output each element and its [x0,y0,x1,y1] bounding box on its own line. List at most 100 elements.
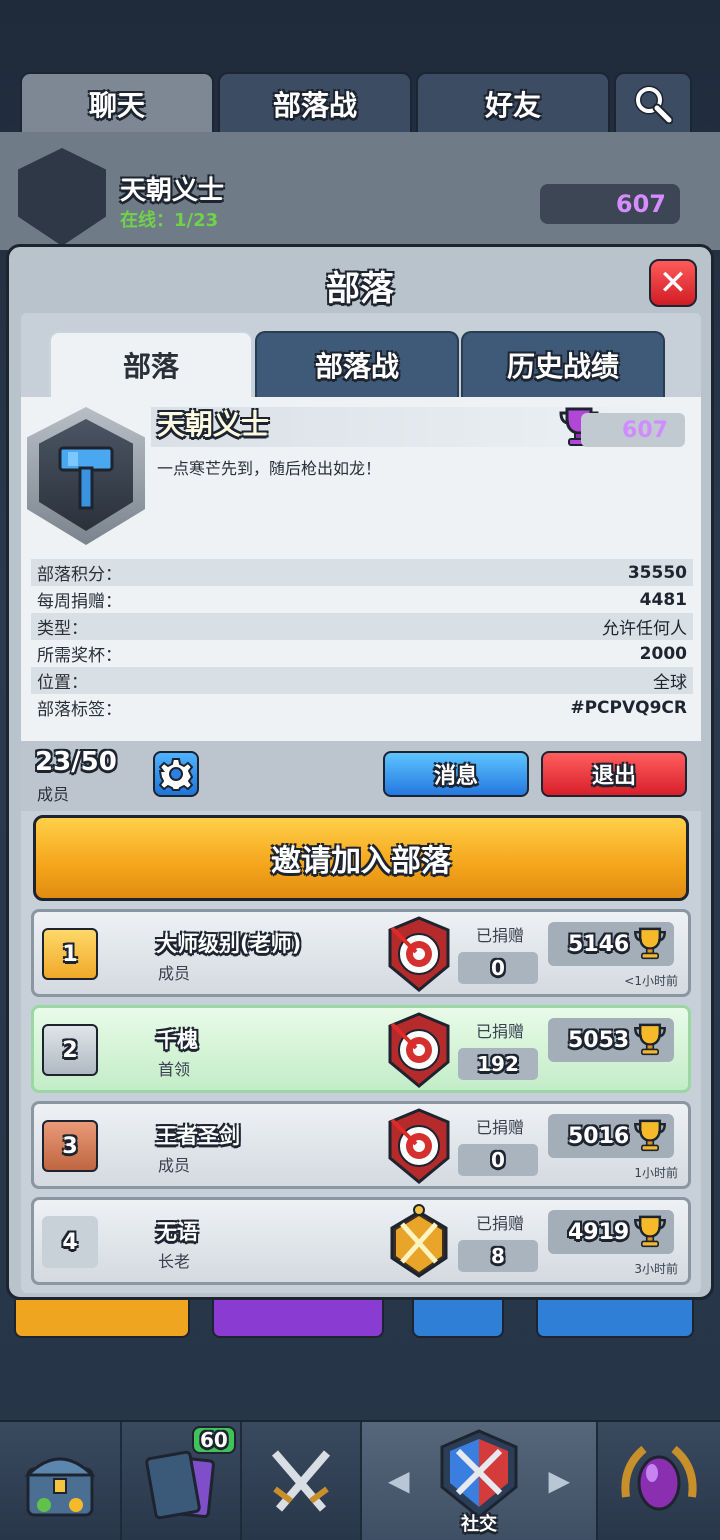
donated-value: 0 [491,956,505,980]
clan-modal: 部落 ✕ 部落 部落战 历史战绩 天朝义士 607 一点寒芒先到，随后枪出如龙！… [6,244,714,1300]
member-role: 成员 [158,1156,191,1175]
gold-trophy-icon [634,1023,666,1056]
cards-badge: 60 [192,1426,236,1454]
member-count-label: 成员 [37,785,70,804]
stat-row-type: 类型： 允许任何人 [31,613,693,640]
gold-trophy-icon [634,927,666,960]
arena-target-icon [388,916,450,992]
stat-row-required-trophies: 所需奖杯： 2000 [31,640,693,667]
member-trophy-value: 5053 [568,1027,630,1053]
tab-war-label: 部落战 [314,350,399,383]
background-clan-name: 天朝义士 [120,176,225,206]
clan-tabs: 部落 部落战 历史战绩 [49,331,669,397]
gear-icon [159,758,193,791]
tab-clan-war[interactable]: 部落战 [218,72,412,134]
stat-row-score: 部落积分： 35550 [31,559,693,586]
tab-clan-label: 部落 [122,350,179,383]
stat-row-location: 位置： 全球 [31,667,693,694]
tab-clan[interactable]: 部落 [49,331,253,397]
gold-trophy-icon [634,1119,666,1152]
message-button-label: 消息 [433,764,478,789]
tab-history[interactable]: 历史战绩 [461,331,665,397]
bottom-navigation: 60 ◀ ▶ 社交 [0,1420,720,1540]
tab-friends[interactable]: 好友 [416,72,610,134]
clan-trophy-value: 607 [622,417,668,443]
stat-row-donations: 每周捐赠： 4481 [31,586,693,613]
arrow-left-icon[interactable]: ◀ [388,1464,410,1497]
member-row[interactable]: 2 千槐 首领 已捐赠 192 5053 [31,1005,691,1093]
member-name: 大师级别(老师) [156,932,302,956]
clan-trophy-count: 607 [581,413,685,447]
crossed-swords-arena-icon [390,1204,448,1278]
member-list: 1 大师级别(老师) 成员 已捐赠 0 5146 <1小时前 2 千槐 首领 已… [31,909,691,1293]
tab-chat[interactable]: 聊天 [20,72,214,134]
background-yellow-button[interactable] [14,1300,190,1338]
background-trophy-count: 607 [540,184,680,224]
close-button[interactable]: ✕ [649,259,697,307]
invite-button[interactable]: 邀请加入部落 [33,815,689,901]
donated-count: 8 [458,1240,538,1272]
clan-name: 天朝义士 [157,408,270,441]
tab-friends-label: 好友 [484,89,541,122]
rank-badge: 2 [42,1024,98,1076]
arena-target-icon [388,1108,450,1184]
modal-title: 部落 [326,269,394,309]
clan-description: 一点寒芒先到，随后枪出如龙！ [157,459,382,478]
donated-label: 已捐赠 [476,1214,525,1233]
arrow-right-icon[interactable]: ▶ [548,1464,570,1497]
nav-battle[interactable] [242,1422,362,1540]
stat-label: 部落标签： [37,700,122,720]
background-purple-button[interactable] [212,1300,384,1338]
member-count: 23/50 [35,747,117,777]
member-trophy-value: 5016 [568,1123,630,1149]
nav-cards[interactable]: 60 [122,1422,242,1540]
donated-label: 已捐赠 [476,1118,525,1137]
donated-label: 已捐赠 [476,1022,525,1041]
stat-value: #PCPVQ9CR [570,697,687,718]
exit-button[interactable]: 退出 [541,751,687,797]
member-row[interactable]: 1 大师级别(老师) 成员 已捐赠 0 5146 <1小时前 [31,909,691,997]
tab-chat-label: 聊天 [88,89,145,122]
background-chat-button[interactable] [412,1300,504,1338]
stat-label: 所需奖杯： [37,646,122,666]
background-tabs: 聊天 部落战 好友 [20,72,700,134]
member-row[interactable]: 3 王者圣剑 成员 已捐赠 0 5016 1小时前 [31,1101,691,1189]
member-role: 长老 [158,1252,191,1271]
member-name: 王者圣剑 [156,1124,240,1148]
donated-value: 192 [477,1052,519,1076]
donated-label: 已捐赠 [476,926,525,945]
stat-row-tag: 部落标签： #PCPVQ9CR [31,694,693,721]
settings-button[interactable] [153,751,199,797]
last-seen: 1小时前 [634,1166,678,1180]
stat-label: 每周捐赠： [37,592,122,612]
tab-war[interactable]: 部落战 [255,331,459,397]
modal-content: 部落 部落战 历史战绩 天朝义士 607 一点寒芒先到，随后枪出如龙！ 部落积分… [21,313,701,1293]
donated-value: 8 [491,1244,505,1268]
rank-badge: 3 [42,1120,98,1172]
rank-badge: 4 [42,1216,98,1268]
member-row[interactable]: 4 无语 长老 已捐赠 8 4919 3小时前 [31,1197,691,1285]
member-role: 成员 [158,964,191,983]
nav-social[interactable]: ◀ ▶ 社交 [362,1422,598,1540]
clan-info-card: 天朝义士 607 一点寒芒先到，随后枪出如龙！ 部落积分： 35550 每周捐赠：… [21,397,701,741]
member-trophy-value: 5146 [568,931,630,957]
stat-label: 位置： [37,673,88,693]
member-role: 首领 [158,1060,191,1079]
donated-count: 192 [458,1048,538,1080]
crossed-swords-icon [271,1450,331,1512]
donated-count: 0 [458,1144,538,1176]
nav-shop[interactable] [0,1422,122,1540]
last-seen: <1小时前 [624,974,678,988]
members-bar: 23/50 成员 消息 退出 [21,741,701,811]
stat-value: 全球 [653,673,687,693]
clan-stats: 部落积分： 35550 每周捐赠： 4481 类型： 允许任何人 所需奖杯： 2000 … [31,559,693,721]
search-button[interactable] [614,72,692,134]
member-name: 千槐 [156,1028,198,1052]
arena-target-icon [388,1012,450,1088]
message-button[interactable]: 消息 [383,751,529,797]
background-online-count: 在线：1/23 [120,210,219,231]
nav-events[interactable] [598,1422,720,1540]
last-seen: 3小时前 [634,1262,678,1276]
stat-value: 2000 [639,643,687,664]
background-chat-button-2[interactable] [536,1300,694,1338]
